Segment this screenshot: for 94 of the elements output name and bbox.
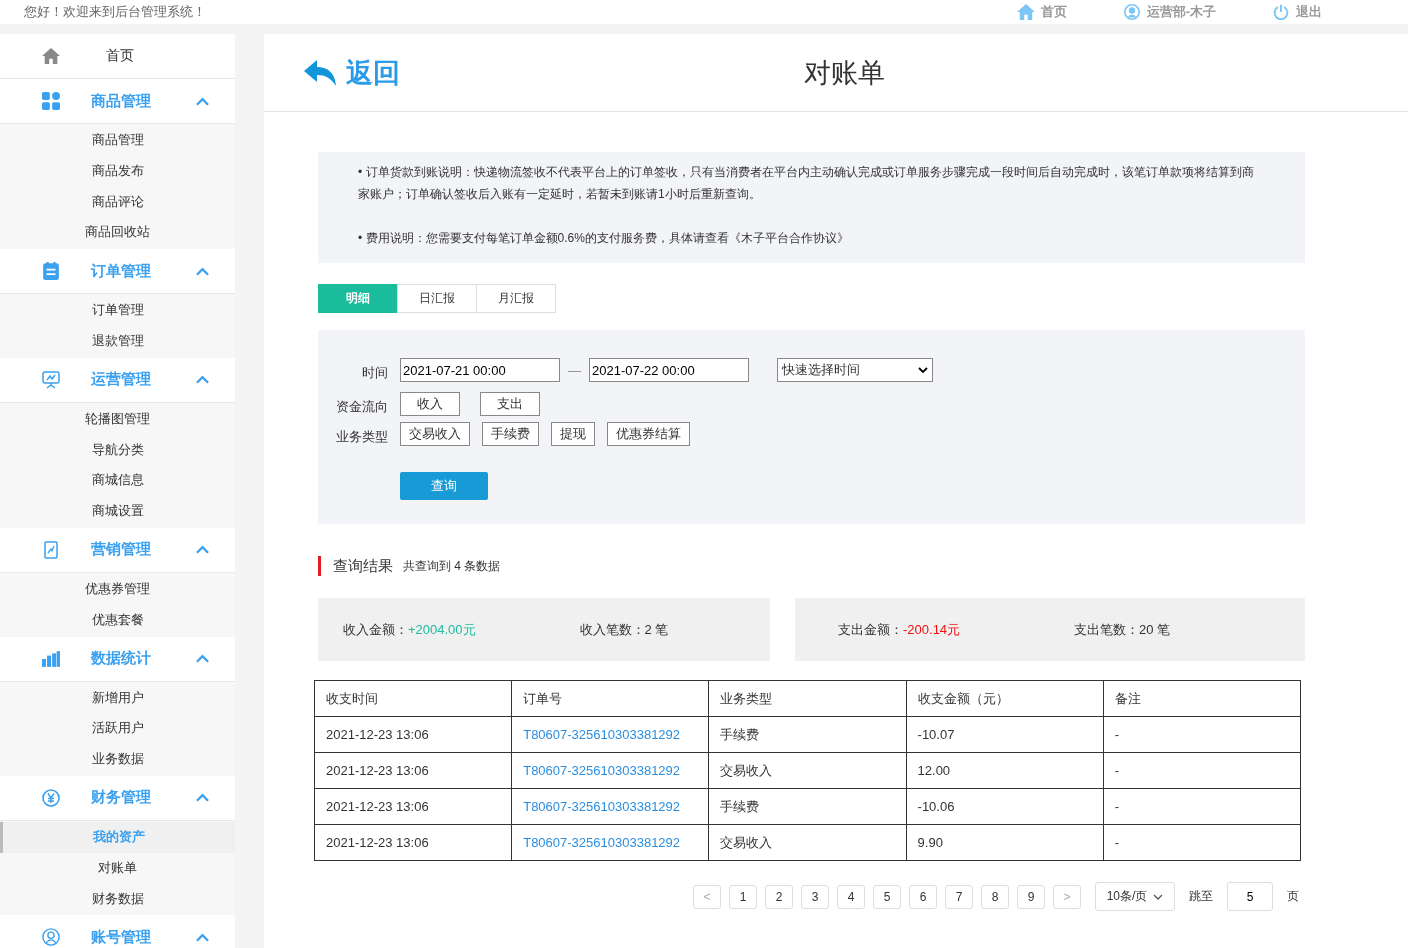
table-cell: 手续费 bbox=[708, 716, 907, 753]
flow-option-button[interactable]: 支出 bbox=[480, 392, 540, 416]
sidebar-item[interactable]: 活跃用户 bbox=[0, 713, 235, 745]
summary-text: 支出笔数：20 笔 bbox=[1074, 620, 1171, 639]
sidebar-item[interactable]: 商城信息 bbox=[0, 465, 235, 497]
sidebar-item[interactable]: 业务数据 bbox=[0, 744, 235, 775]
notice-text: • 订单货款到账说明：快递物流签收不代表平台上的订单签收，只有当消费者在平台内主动确认完成或订单服务步骤完成一段时间后自动完成时，该笔订单款项将结算到商家账户；订单确认签收后入账有一定延时，若暂未到账请1小时后重新查询。 bbox=[358, 164, 1255, 203]
field-label: 业务类型 bbox=[335, 428, 388, 446]
column-header: 收支时间 bbox=[314, 680, 512, 717]
sidebar-item[interactable]: 商品评论 bbox=[0, 186, 235, 218]
page-button[interactable]: 3 bbox=[801, 884, 829, 909]
range-separator: — bbox=[568, 362, 581, 378]
table-cell: - bbox=[1103, 716, 1301, 753]
sidebar-item[interactable]: 商品回收站 bbox=[0, 217, 235, 249]
page-button[interactable]: 4 bbox=[837, 884, 865, 909]
user-icon bbox=[1122, 4, 1141, 20]
field-label: 时间 bbox=[361, 364, 388, 382]
page-suffix: 页 bbox=[1287, 888, 1299, 905]
column-header: 备注 bbox=[1103, 680, 1301, 717]
home-icon bbox=[42, 47, 60, 65]
start-time-field[interactable]: 2021-07-21 00:00 bbox=[400, 358, 560, 382]
table-cell: 9.90 bbox=[906, 824, 1104, 861]
table-cell: 2021-12-23 13:06 bbox=[314, 752, 512, 789]
sidebar-item[interactable]: 退款管理 bbox=[0, 326, 235, 357]
type-option-button[interactable]: 提现 bbox=[551, 422, 595, 446]
home-icon bbox=[1016, 4, 1035, 20]
page-button[interactable]: 8 bbox=[981, 884, 1009, 909]
sidebar-item[interactable]: 新增用户 bbox=[0, 682, 235, 714]
summary-text: 收入笔数：2 笔 bbox=[579, 620, 669, 639]
document-icon bbox=[42, 262, 60, 281]
flow-option-button[interactable]: 收入 bbox=[400, 392, 460, 416]
sidebar-item[interactable]: 对账单 bbox=[0, 852, 235, 884]
table-cell: - bbox=[1103, 752, 1301, 789]
column-header: 业务类型 bbox=[708, 680, 907, 717]
user-icon bbox=[42, 928, 60, 947]
table-cell: 12.00 bbox=[906, 752, 1104, 789]
summary-text: 支出金额：-200.14元 bbox=[838, 620, 961, 639]
page-title: 对账单 bbox=[804, 56, 885, 90]
table-cell: 交易收入 bbox=[708, 824, 907, 861]
yen-icon bbox=[42, 788, 60, 807]
table-cell: 手续费 bbox=[708, 788, 907, 825]
grid-icon bbox=[42, 92, 60, 110]
order-link[interactable]: T80607-325610303381292 bbox=[511, 716, 709, 753]
table-cell: - bbox=[1103, 788, 1301, 825]
type-option-button[interactable]: 交易收入 bbox=[400, 422, 470, 446]
sidebar-item[interactable]: 优惠套餐 bbox=[0, 604, 235, 636]
page-button[interactable]: 2 bbox=[765, 884, 793, 909]
table-cell: -10.06 bbox=[906, 788, 1104, 825]
jump-label: 跳至 bbox=[1189, 888, 1213, 905]
tab[interactable]: 日汇报 bbox=[397, 284, 477, 313]
tab[interactable]: 月汇报 bbox=[476, 284, 556, 313]
summary-text: 收入金额：+2004.00元 bbox=[343, 620, 476, 639]
result-count: 共查询到 4 条数据 bbox=[403, 557, 501, 575]
table-cell: 2021-12-23 13:06 bbox=[314, 824, 512, 861]
page-button[interactable]: 7 bbox=[945, 884, 973, 909]
page-button[interactable]: 6 bbox=[909, 884, 937, 909]
order-link[interactable]: T80607-325610303381292 bbox=[511, 788, 709, 825]
table-cell: - bbox=[1103, 824, 1301, 861]
tablet-chart-icon bbox=[42, 540, 60, 559]
quick-time-select[interactable]: 快速选择时间 bbox=[777, 358, 933, 382]
caret-icon bbox=[1153, 893, 1164, 900]
order-link[interactable]: T80607-325610303381292 bbox=[511, 824, 709, 861]
page-button[interactable]: 1 bbox=[729, 884, 757, 909]
sidebar-item[interactable]: 商品管理 bbox=[0, 125, 235, 156]
power-icon bbox=[1272, 4, 1290, 20]
result-title: 查询结果 bbox=[333, 556, 393, 576]
field-label: 资金流向 bbox=[335, 398, 388, 416]
welcome-text: 您好！欢迎来到后台管理系统！ bbox=[23, 3, 206, 21]
sidebar-item[interactable]: 财务数据 bbox=[0, 883, 235, 915]
sidebar-item[interactable]: 订单管理 bbox=[0, 295, 235, 326]
column-header: 订单号 bbox=[511, 680, 709, 717]
page-button[interactable]: 5 bbox=[873, 884, 901, 909]
sidebar-item[interactable]: 商品发布 bbox=[0, 155, 235, 187]
table-cell: 2021-12-23 13:06 bbox=[314, 788, 512, 825]
notice-text: • 费用说明：您需要支付每笔订单金额0.6%的支付服务费，具体请查看《木子平台合作协议》 bbox=[358, 230, 850, 247]
order-link[interactable]: T80607-325610303381292 bbox=[511, 752, 709, 789]
back-arrow-icon bbox=[304, 59, 336, 86]
page-button[interactable]: 9 bbox=[1017, 884, 1045, 909]
jump-page-field[interactable]: 5 bbox=[1227, 882, 1273, 911]
sidebar-item[interactable]: 导航分类 bbox=[0, 434, 235, 466]
sidebar-item[interactable]: 轮播图管理 bbox=[0, 403, 235, 435]
table-cell: -10.07 bbox=[906, 716, 1104, 753]
presentation-icon bbox=[42, 370, 60, 389]
table-cell: 2021-12-23 13:06 bbox=[314, 716, 512, 753]
sidebar-item[interactable]: 优惠券管理 bbox=[0, 573, 235, 605]
type-option-button[interactable]: 优惠券结算 bbox=[607, 422, 690, 446]
sidebar-item[interactable]: 商城设置 bbox=[0, 496, 235, 527]
table-cell: 交易收入 bbox=[708, 752, 907, 789]
page-size-select[interactable]: 10条/页 bbox=[1095, 882, 1175, 911]
bar-chart-icon bbox=[42, 649, 60, 668]
column-header: 收支金额（元） bbox=[906, 680, 1104, 717]
type-option-button[interactable]: 手续费 bbox=[482, 422, 539, 446]
end-time-field[interactable]: 2021-07-22 00:00 bbox=[589, 358, 749, 382]
caret-icon bbox=[918, 367, 928, 373]
